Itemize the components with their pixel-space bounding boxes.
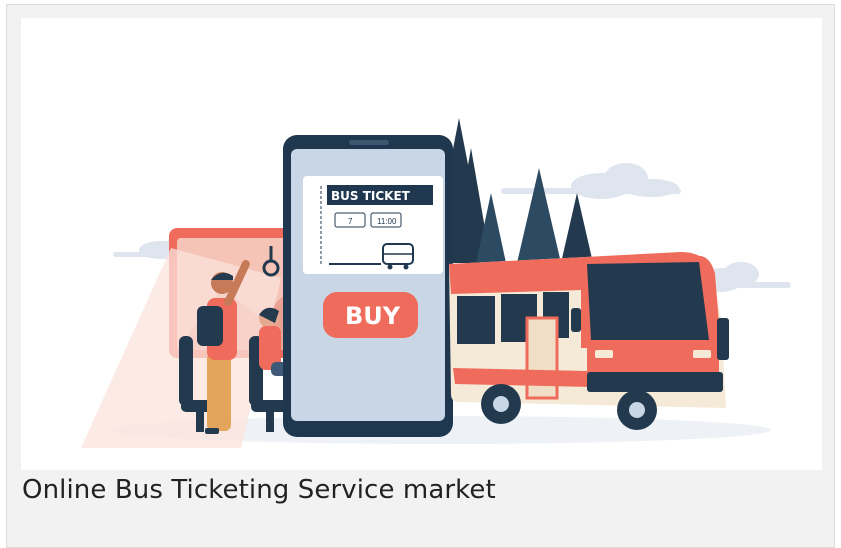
bus-icon	[449, 252, 729, 430]
cloud-icon	[501, 163, 681, 199]
ticket-title: BUS TICKET	[331, 189, 411, 203]
illustration-image: BUS TICKET 7 11:00 BUY	[21, 18, 822, 470]
article-title[interactable]: Online Bus Ticketing Service market	[22, 475, 496, 505]
ticket-field-1: 7	[348, 217, 353, 226]
buy-label: BUY	[345, 302, 401, 330]
ticket-field-2: 11:00	[377, 217, 397, 226]
article-card[interactable]: BUS TICKET 7 11:00 BUY Online Bus Ticket…	[6, 4, 835, 548]
